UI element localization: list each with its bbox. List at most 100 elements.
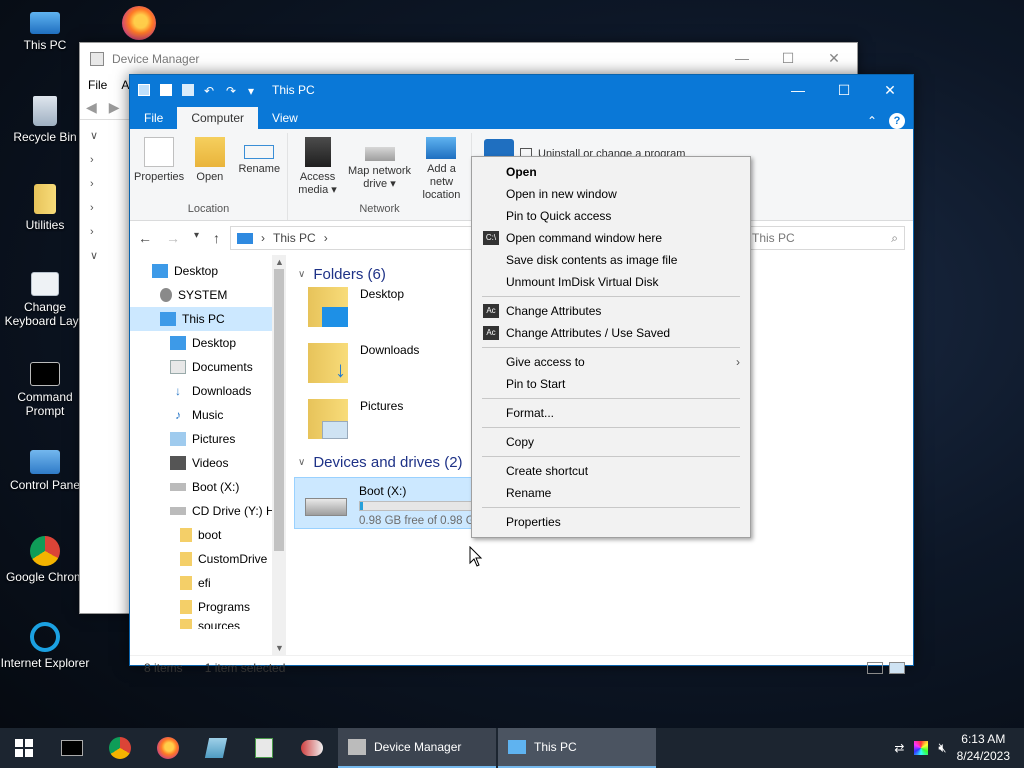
- menu-item-change-attributes[interactable]: Ac Change Attributes: [472, 300, 750, 322]
- desktop-icon-control-panel[interactable]: Control Pane: [0, 450, 90, 492]
- menu-item-open-new-window[interactable]: Open in new window: [472, 183, 750, 205]
- tab-file[interactable]: File: [130, 107, 177, 129]
- menu-item-unmount-imdisk[interactable]: Unmount ImDisk Virtual Disk: [472, 271, 750, 293]
- properties-qat-icon[interactable]: [160, 84, 172, 96]
- start-button[interactable]: [0, 728, 48, 768]
- taskbar-app-5[interactable]: [240, 728, 288, 768]
- chevron-down-icon: ∨: [298, 456, 306, 468]
- taskbar-app-6[interactable]: [288, 728, 336, 768]
- taskbar-app-4[interactable]: [192, 728, 240, 768]
- back-button[interactable]: ←: [138, 230, 152, 246]
- desktop-icon-firefox[interactable]: [94, 6, 184, 44]
- explorer-titlebar[interactable]: ↶ ↷ ▾ This PC — ☐ ✕: [130, 75, 913, 105]
- scroll-up-icon[interactable]: ▲: [275, 257, 284, 267]
- large-icons-view-icon[interactable]: [889, 661, 905, 674]
- maximize-button[interactable]: ☐: [821, 75, 867, 105]
- nav-item-downloads[interactable]: ↓ Downloads: [130, 379, 286, 403]
- close-button[interactable]: ✕: [811, 50, 857, 67]
- collapse-ribbon-icon[interactable]: ⌃: [867, 114, 877, 128]
- new-folder-qat-icon[interactable]: [182, 84, 194, 96]
- close-button[interactable]: ✕: [867, 75, 913, 105]
- map-network-drive-button[interactable]: Map network drive ▾: [345, 133, 414, 203]
- nav-item-videos[interactable]: Videos: [130, 451, 286, 475]
- desktop-icon-internet-explorer[interactable]: Internet Explorer: [0, 622, 90, 670]
- taskbar-chrome[interactable]: [96, 728, 144, 768]
- forward-icon[interactable]: ▶: [109, 99, 120, 116]
- menu-item-open[interactable]: Open: [472, 161, 750, 183]
- add-network-location-button[interactable]: Add a netw location: [416, 133, 467, 203]
- downloads-folder-icon: ↓: [308, 343, 348, 383]
- scroll-down-icon[interactable]: ▼: [275, 643, 284, 653]
- desktop-icon-this-pc[interactable]: This PC: [0, 8, 90, 52]
- properties-button[interactable]: Properties: [134, 133, 184, 203]
- menu-item-format[interactable]: Format...: [472, 402, 750, 424]
- nav-item-documents[interactable]: Documents: [130, 355, 286, 379]
- menu-item-pin-quick-access[interactable]: Pin to Quick access: [472, 205, 750, 227]
- desktop-icon-recycle-bin[interactable]: Recycle Bin: [0, 96, 90, 144]
- forward-button[interactable]: →: [166, 230, 180, 246]
- nav-item-desktop[interactable]: Desktop: [130, 331, 286, 355]
- minimize-button[interactable]: —: [775, 75, 821, 105]
- this-pc-icon: [160, 312, 176, 326]
- menu-file[interactable]: File: [88, 78, 107, 92]
- taskbar-firefox[interactable]: [144, 728, 192, 768]
- nav-pane-scrollbar[interactable]: ▲ ▼: [272, 255, 286, 655]
- nav-item-efi[interactable]: efi: [130, 571, 286, 595]
- nav-item-desktop[interactable]: Desktop: [130, 259, 286, 283]
- nav-item-boot[interactable]: boot: [130, 523, 286, 547]
- menu-item-change-attributes-saved[interactable]: Ac Change Attributes / Use Saved: [472, 322, 750, 344]
- color-app-icon[interactable]: [914, 741, 929, 755]
- search-box[interactable]: This PC ⌕: [745, 226, 905, 250]
- explorer-icon: [508, 740, 526, 754]
- menu-item-create-shortcut[interactable]: Create shortcut: [472, 460, 750, 482]
- up-button[interactable]: ↑: [213, 230, 220, 246]
- desktop-icon-chrome[interactable]: Google Chrom: [0, 536, 90, 584]
- nav-item-system[interactable]: SYSTEM: [130, 283, 286, 307]
- recent-locations-icon[interactable]: ▾: [194, 230, 199, 246]
- nav-item-customdrive[interactable]: CustomDrive: [130, 547, 286, 571]
- taskbar-task-device-manager[interactable]: Device Manager: [338, 728, 496, 768]
- desktop-icon-utilities[interactable]: Utilities: [0, 184, 90, 232]
- desktop-icon-change-keyboard[interactable]: Change Keyboard Layo: [0, 272, 90, 328]
- undo-icon[interactable]: ↶: [204, 84, 216, 98]
- tab-view[interactable]: View: [258, 107, 312, 129]
- breadcrumb-this-pc[interactable]: This PC: [273, 231, 316, 245]
- back-icon[interactable]: ◀: [86, 99, 97, 116]
- access-media-button[interactable]: Access media ▾: [292, 133, 343, 203]
- taskbar-task-this-pc[interactable]: This PC: [498, 728, 656, 768]
- taskbar-command-prompt[interactable]: [48, 728, 96, 768]
- device-manager-titlebar[interactable]: Device Manager — ☐ ✕: [80, 43, 857, 74]
- nav-item-cd-drive[interactable]: CD Drive (Y:) H: [130, 499, 286, 523]
- volume-muted-icon[interactable]: 🔇︎: [938, 740, 946, 756]
- clock[interactable]: 6:13 AM 8/24/2023: [957, 731, 1010, 765]
- details-view-icon[interactable]: [867, 661, 883, 674]
- nav-item-music[interactable]: ♪ Music: [130, 403, 286, 427]
- menu-item-save-disk-image[interactable]: Save disk contents as image file: [472, 249, 750, 271]
- maximize-button[interactable]: ☐: [765, 50, 811, 67]
- menu-item-open-command-window[interactable]: C:\ Open command window here: [472, 227, 750, 249]
- search-placeholder: This PC: [752, 231, 795, 245]
- nav-item-this-pc[interactable]: This PC: [130, 307, 286, 331]
- minimize-button[interactable]: —: [719, 50, 765, 67]
- clock-time: 6:13 AM: [961, 732, 1006, 746]
- network-location-icon: [426, 137, 457, 159]
- menu-item-give-access[interactable]: Give access to ›: [472, 351, 750, 373]
- qat-dropdown-icon[interactable]: ▾: [248, 84, 260, 98]
- rename-button[interactable]: Rename: [236, 133, 283, 203]
- this-pc-icon: [138, 84, 150, 96]
- network-icon[interactable]: ⇄: [894, 741, 904, 755]
- nav-item-programs[interactable]: Programs: [130, 595, 286, 619]
- menu-item-rename[interactable]: Rename: [472, 482, 750, 504]
- menu-item-pin-start[interactable]: Pin to Start: [472, 373, 750, 395]
- nav-item-pictures[interactable]: Pictures: [130, 427, 286, 451]
- open-button[interactable]: Open: [186, 133, 233, 203]
- desktop-icon-command-prompt[interactable]: Command Prompt: [0, 362, 90, 418]
- nav-item-boot-drive[interactable]: Boot (X:): [130, 475, 286, 499]
- scrollbar-thumb[interactable]: [274, 269, 284, 551]
- menu-item-copy[interactable]: Copy: [472, 431, 750, 453]
- menu-item-properties[interactable]: Properties: [472, 511, 750, 533]
- help-icon[interactable]: ?: [889, 113, 905, 129]
- tab-computer[interactable]: Computer: [177, 107, 259, 129]
- nav-item-sources[interactable]: sources: [130, 619, 286, 629]
- redo-icon[interactable]: ↷: [226, 84, 238, 98]
